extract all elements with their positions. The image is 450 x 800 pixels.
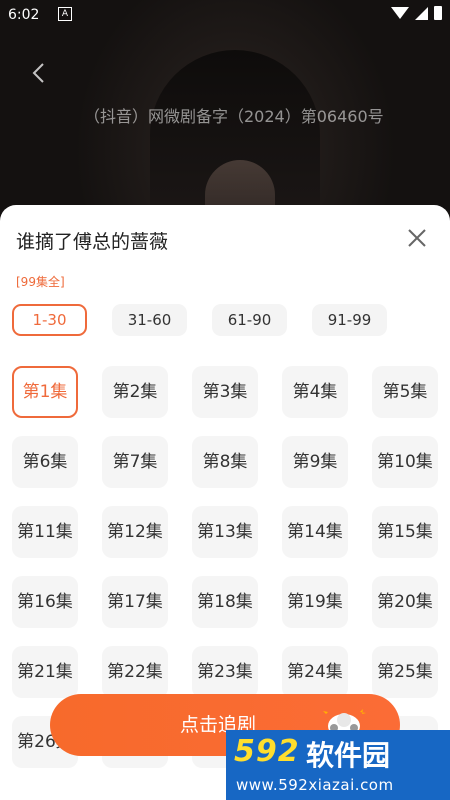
watermark-name: 软件园 <box>306 739 391 772</box>
range-tab[interactable]: 91-99 <box>312 304 387 336</box>
episode-item[interactable]: 第7集 <box>102 436 168 488</box>
episode-item[interactable]: 第25集 <box>372 646 438 698</box>
episode-item[interactable]: 第3集 <box>192 366 258 418</box>
episode-item[interactable]: 第9集 <box>282 436 348 488</box>
range-tab[interactable]: 31-60 <box>112 304 187 336</box>
signal-icon <box>415 6 428 20</box>
episode-item[interactable]: 第20集 <box>372 576 438 628</box>
episode-item[interactable]: 第11集 <box>12 506 78 558</box>
status-icons <box>391 6 442 20</box>
episode-item[interactable]: 第8集 <box>192 436 258 488</box>
episode-item[interactable]: 第2集 <box>102 366 168 418</box>
episode-item[interactable]: 第14集 <box>282 506 348 558</box>
episode-item[interactable]: 第23集 <box>192 646 258 698</box>
back-arrow-icon[interactable] <box>28 62 50 84</box>
watermark-url: www.592xiazai.com <box>236 776 394 794</box>
drama-title: 谁摘了傅总的蔷薇 <box>16 231 169 253</box>
episode-item[interactable]: 第12集 <box>102 506 168 558</box>
episode-item[interactable]: 第10集 <box>372 436 438 488</box>
episode-item[interactable]: 第5集 <box>372 366 438 418</box>
episode-item[interactable]: 第22集 <box>102 646 168 698</box>
notification-icon: A <box>58 7 72 21</box>
episode-sheet: 谁摘了傅总的蔷薇 [99集全] 1-30 31-60 61-90 91-99 第… <box>0 205 450 800</box>
episode-item[interactable]: 第1集 <box>12 366 78 418</box>
range-tab[interactable]: 1-30 <box>12 304 87 336</box>
episode-item[interactable]: 第13集 <box>192 506 258 558</box>
episode-item[interactable]: 第18集 <box>192 576 258 628</box>
episode-item[interactable]: 第4集 <box>282 366 348 418</box>
range-tab[interactable]: 61-90 <box>212 304 287 336</box>
status-time: 6:02 <box>8 7 40 23</box>
license-text: （抖音）网微剧备字（2024）第06460号 <box>84 107 384 126</box>
episode-item[interactable]: 第24集 <box>282 646 348 698</box>
status-bar: 6:02 A <box>0 0 450 30</box>
close-icon[interactable] <box>406 227 428 249</box>
episode-item[interactable]: 第15集 <box>372 506 438 558</box>
watermark-logo: 592 软件园 www.592xiazai.com <box>226 730 450 800</box>
episode-item[interactable]: 第21集 <box>12 646 78 698</box>
episode-item[interactable]: 第19集 <box>282 576 348 628</box>
watermark-number: 592 <box>234 734 300 769</box>
wifi-icon <box>391 7 409 19</box>
episode-item[interactable]: 第16集 <box>12 576 78 628</box>
episode-count: [99集全] <box>16 275 65 289</box>
episode-item[interactable]: 第17集 <box>102 576 168 628</box>
episode-item[interactable]: 第6集 <box>12 436 78 488</box>
battery-icon <box>434 6 442 20</box>
